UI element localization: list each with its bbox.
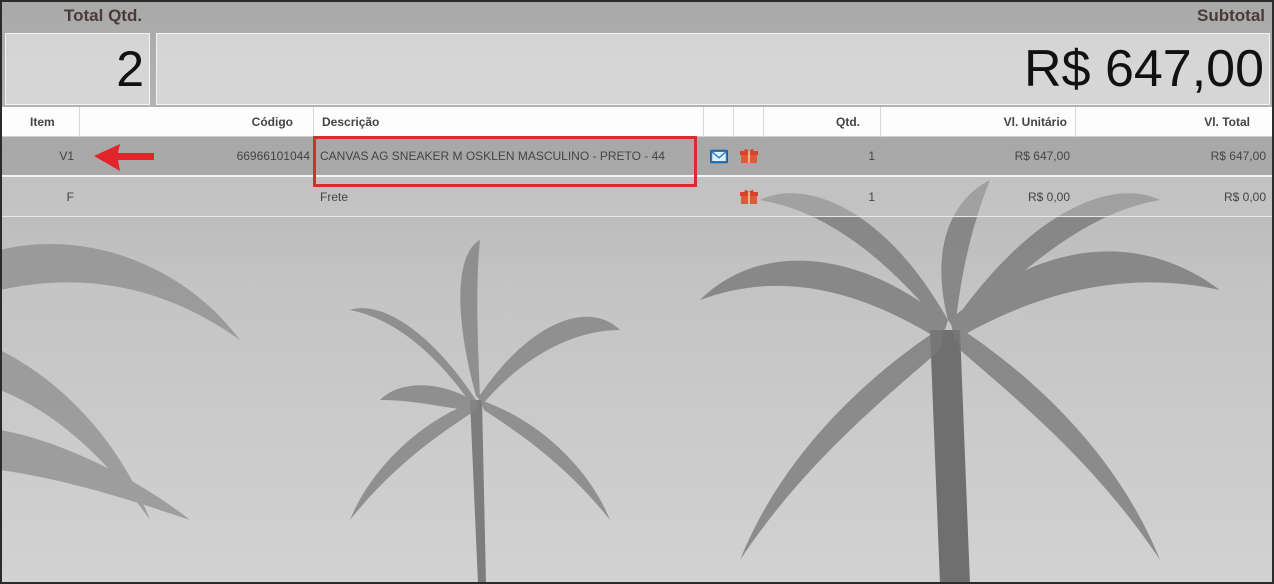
header-item[interactable]: Item: [2, 107, 80, 137]
cell-gift[interactable]: [734, 177, 764, 216]
header-icon-col-2: [734, 107, 764, 137]
cell-mail[interactable]: [704, 137, 734, 175]
header-descricao[interactable]: Descrição: [314, 107, 704, 137]
cell-item: F: [66, 189, 74, 204]
table-row[interactable]: F Frete 1 R$ 0,00 R$ 0,00: [2, 177, 1272, 217]
cell-vl-unitario: R$ 0,00: [1027, 189, 1070, 204]
cell-mail-empty: [704, 177, 734, 216]
cell-codigo: [80, 177, 314, 216]
header-icon-col-1: [704, 107, 734, 137]
total-qty-value: 2: [5, 33, 150, 105]
cell-vl-total: R$ 647,00: [1210, 149, 1266, 163]
mail-icon[interactable]: [710, 149, 728, 164]
cell-gift[interactable]: [734, 137, 764, 175]
gift-icon[interactable]: [740, 148, 758, 164]
cell-descricao: Frete: [320, 189, 349, 204]
cell-descricao: CANVAS AG SNEAKER M OSKLEN MASCULINO - P…: [320, 149, 665, 163]
total-qty-label: Total Qtd.: [64, 6, 143, 25]
subtotal-value: R$ 647,00: [156, 33, 1270, 105]
table-header: Item Código Descrição Qtd. Vl. Unitário …: [2, 107, 1272, 137]
header-codigo[interactable]: Código: [80, 107, 314, 137]
cell-vl-total: R$ 0,00: [1223, 189, 1266, 204]
gift-icon[interactable]: [740, 189, 758, 205]
cell-qtd: 1: [868, 149, 875, 163]
table-row[interactable]: V1 66966101044 CANVAS AG SNEAKER M OSKLE…: [2, 137, 1272, 177]
cell-item: V1: [59, 149, 74, 163]
cell-qtd: 1: [868, 189, 875, 204]
header-vl-unitario[interactable]: Vl. Unitário: [881, 107, 1076, 137]
items-table: Item Código Descrição Qtd. Vl. Unitário …: [2, 107, 1272, 217]
subtotal-label: Subtotal: [1197, 6, 1265, 25]
cell-vl-unitario: R$ 647,00: [1014, 149, 1070, 163]
header-vl-total[interactable]: Vl. Total: [1076, 107, 1272, 137]
header-qtd[interactable]: Qtd.: [764, 107, 881, 137]
red-arrow-annotation-icon: [94, 144, 154, 171]
